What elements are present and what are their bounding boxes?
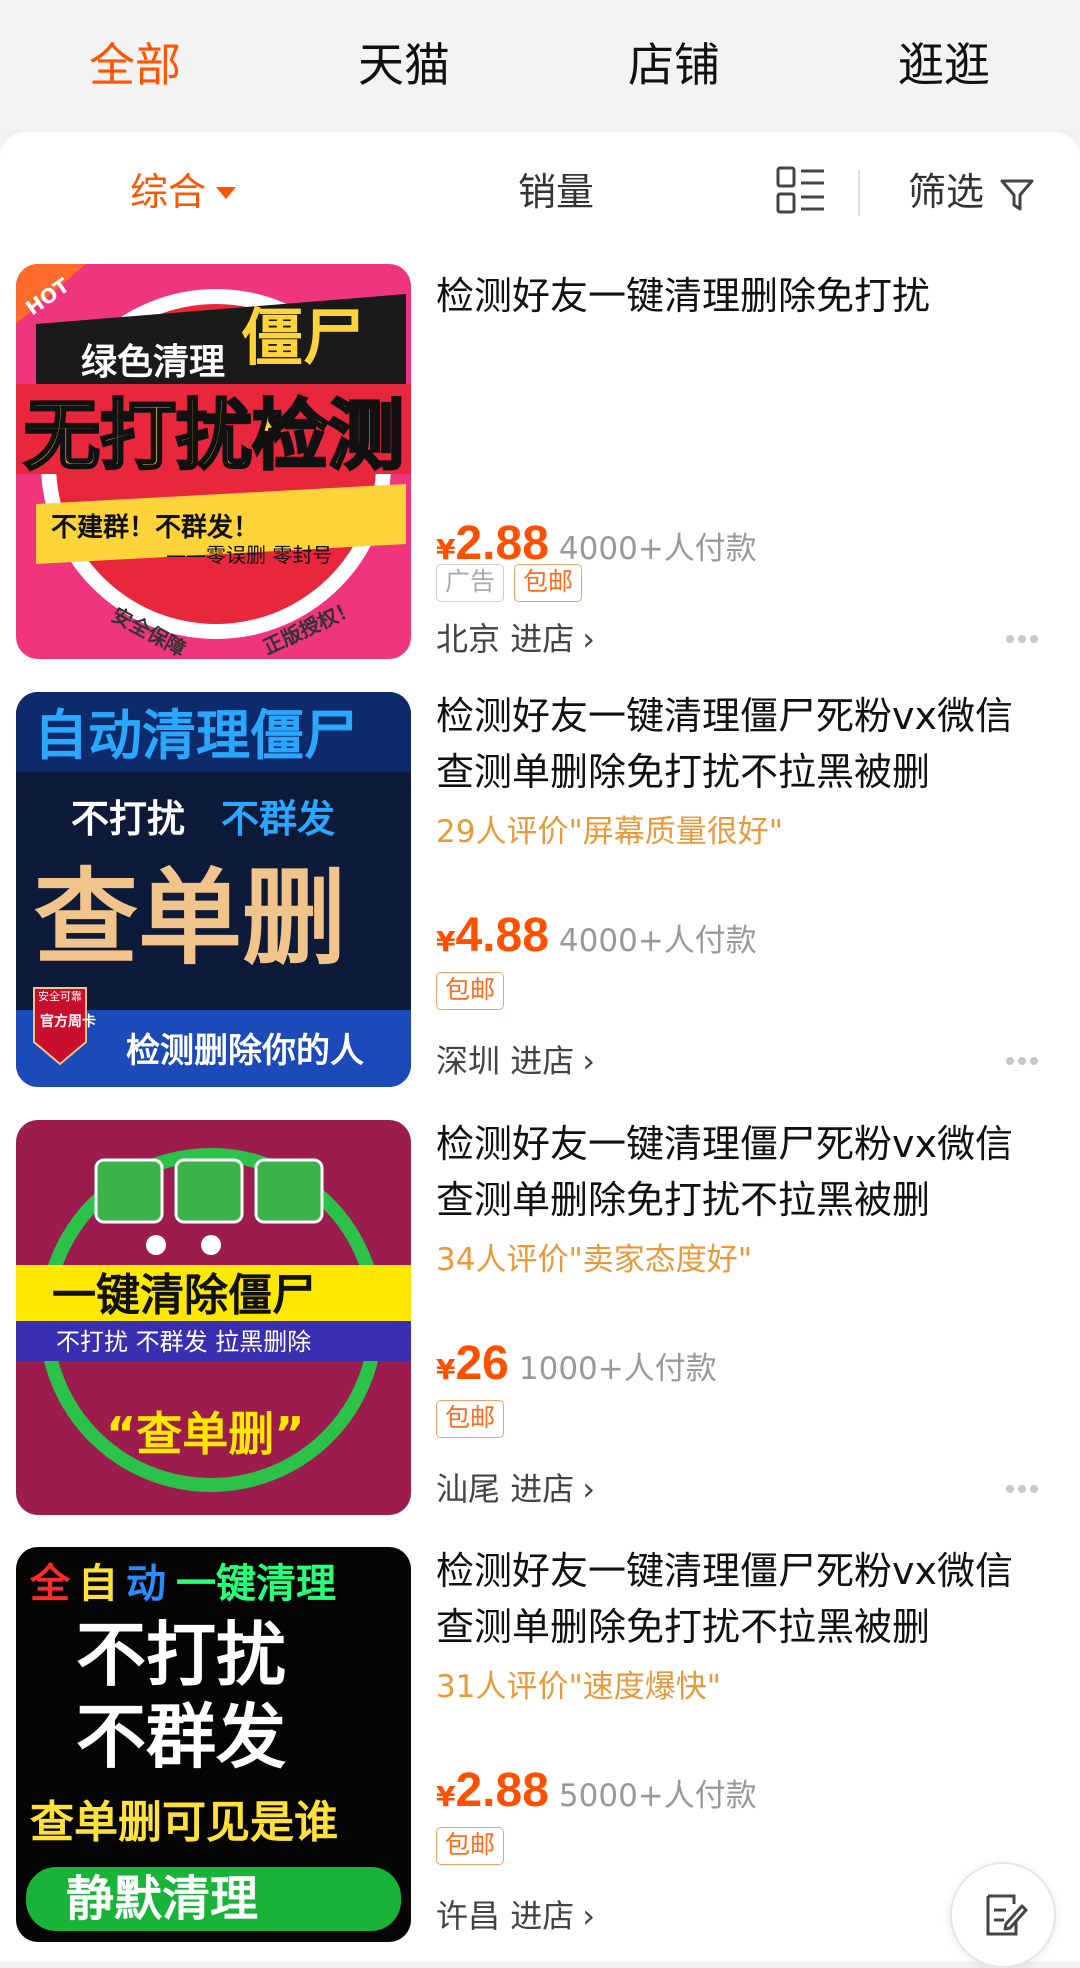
free-shipping-tag: 包邮 bbox=[436, 1827, 505, 1865]
product-price: 4.88 bbox=[455, 909, 549, 962]
filter-label: 筛选 bbox=[908, 170, 985, 214]
top-tab-bar: 全部 天猫 店铺 逛逛 bbox=[0, 0, 1080, 130]
image-line: 查单删 bbox=[34, 857, 346, 979]
feedback-fab[interactable] bbox=[950, 1862, 1056, 1968]
sort-comprehensive-button[interactable]: 综合 bbox=[130, 162, 237, 222]
image-line: 不打扰 bbox=[71, 797, 185, 841]
currency-symbol: ¥ bbox=[436, 1353, 456, 1386]
product-card[interactable]: 一键清除僵尸 不打扰 不群发 拉黑删除 “查单删” 检测好友一键清理僵尸死粉vx… bbox=[0, 972, 1080, 1515]
image-line: 一键清除僵尸 bbox=[52, 1270, 316, 1321]
image-line: 一键清理 bbox=[176, 1561, 336, 1607]
filter-button[interactable]: 筛选 bbox=[908, 162, 1034, 222]
enter-shop-label: 进店 bbox=[510, 1897, 575, 1935]
results-panel: 综合 销量 筛选 HOT 绿色清理 僵尸 无打扰检测 不建群！不群发！ ——零误… bbox=[0, 132, 1080, 1962]
product-title[interactable]: 检测好友一键清理僵尸死粉vx微信查测单删除免打扰不拉黑被删 bbox=[436, 1543, 1036, 1655]
product-card[interactable]: 自动清理僵尸 不打扰 不群发 查单删 检测删除你的人 安全可靠 官方周卡 检测好… bbox=[0, 552, 1080, 1087]
layout-toggle-icon[interactable] bbox=[776, 165, 826, 225]
product-price: 2.88 bbox=[455, 1764, 549, 1817]
image-line: 无打扰检测 bbox=[24, 391, 404, 480]
product-title[interactable]: 检测好友一键清理僵尸死粉vx微信查测单删除免打扰不拉黑被删 bbox=[436, 688, 1036, 800]
image-line: 动 bbox=[126, 1561, 166, 1607]
price-row: ¥26 1000+人付款 bbox=[436, 1336, 717, 1396]
product-image[interactable]: 全 自 动 一键清理 不打扰 不群发 查单删可见是谁 静默清理 bbox=[16, 1547, 411, 1942]
tab-browse[interactable]: 逛逛 bbox=[844, 30, 1044, 100]
image-line: 不建群！不群发！ bbox=[51, 512, 259, 543]
image-line: 绿色清理 bbox=[81, 342, 225, 383]
review-snippet: 34人评价"卖家态度好" bbox=[436, 1242, 752, 1278]
sort-divider bbox=[858, 170, 860, 216]
image-line: 查单删可见是谁 bbox=[30, 1797, 338, 1848]
review-snippet: 29人评价"屏幕质量很好" bbox=[436, 814, 783, 850]
tab-all[interactable]: 全部 bbox=[35, 30, 235, 100]
shop-location: 许昌 bbox=[436, 1897, 501, 1935]
image-line: 不群发 bbox=[221, 797, 335, 841]
filter-icon bbox=[1000, 179, 1034, 210]
edit-note-icon bbox=[986, 1894, 1028, 1936]
image-line: 全 bbox=[29, 1561, 71, 1607]
product-title[interactable]: 检测好友一键清理删除免打扰 bbox=[436, 268, 1036, 324]
product-price: 26 bbox=[455, 1337, 509, 1390]
currency-symbol: ¥ bbox=[436, 1780, 456, 1813]
product-tags: 包邮 bbox=[436, 1827, 514, 1867]
product-card[interactable]: 全 自 动 一键清理 不打扰 不群发 查单删可见是谁 静默清理 检测好友一键清理… bbox=[0, 1397, 1080, 1942]
sales-count: 5000+人付款 bbox=[558, 1778, 757, 1814]
image-line: 僵尸 bbox=[241, 301, 365, 374]
caret-down-icon bbox=[216, 186, 237, 199]
currency-symbol: ¥ bbox=[436, 925, 456, 958]
tab-stores[interactable]: 店铺 bbox=[574, 30, 774, 100]
image-line: 静默清理 bbox=[66, 1871, 258, 1927]
price-row: ¥2.88 5000+人付款 bbox=[436, 1763, 757, 1823]
price-row: ¥4.88 4000+人付款 bbox=[436, 908, 757, 968]
image-line: 不群发 bbox=[76, 1696, 286, 1778]
chevron-right-icon: › bbox=[582, 1897, 595, 1935]
shop-link[interactable]: 许昌 进店 › bbox=[436, 1891, 595, 1937]
sort-bar: 综合 销量 筛选 bbox=[0, 132, 1080, 252]
image-line: 自 bbox=[78, 1561, 118, 1607]
image-line: 自动清理僵尸 bbox=[34, 704, 358, 767]
sort-sales-button[interactable]: 销量 bbox=[518, 162, 594, 222]
sort-comprehensive-label: 综合 bbox=[130, 170, 207, 214]
image-line: 不打扰 不群发 拉黑删除 bbox=[56, 1328, 311, 1356]
sales-count: 4000+人付款 bbox=[558, 923, 757, 959]
product-title[interactable]: 检测好友一键清理僵尸死粉vx微信查测单删除免打扰不拉黑被删 bbox=[436, 1116, 1036, 1228]
sales-count: 1000+人付款 bbox=[518, 1351, 717, 1387]
review-snippet: 31人评价"速度爆快" bbox=[436, 1669, 721, 1705]
image-line: 不打扰 bbox=[76, 1614, 286, 1696]
tab-tmall[interactable]: 天猫 bbox=[304, 30, 504, 100]
